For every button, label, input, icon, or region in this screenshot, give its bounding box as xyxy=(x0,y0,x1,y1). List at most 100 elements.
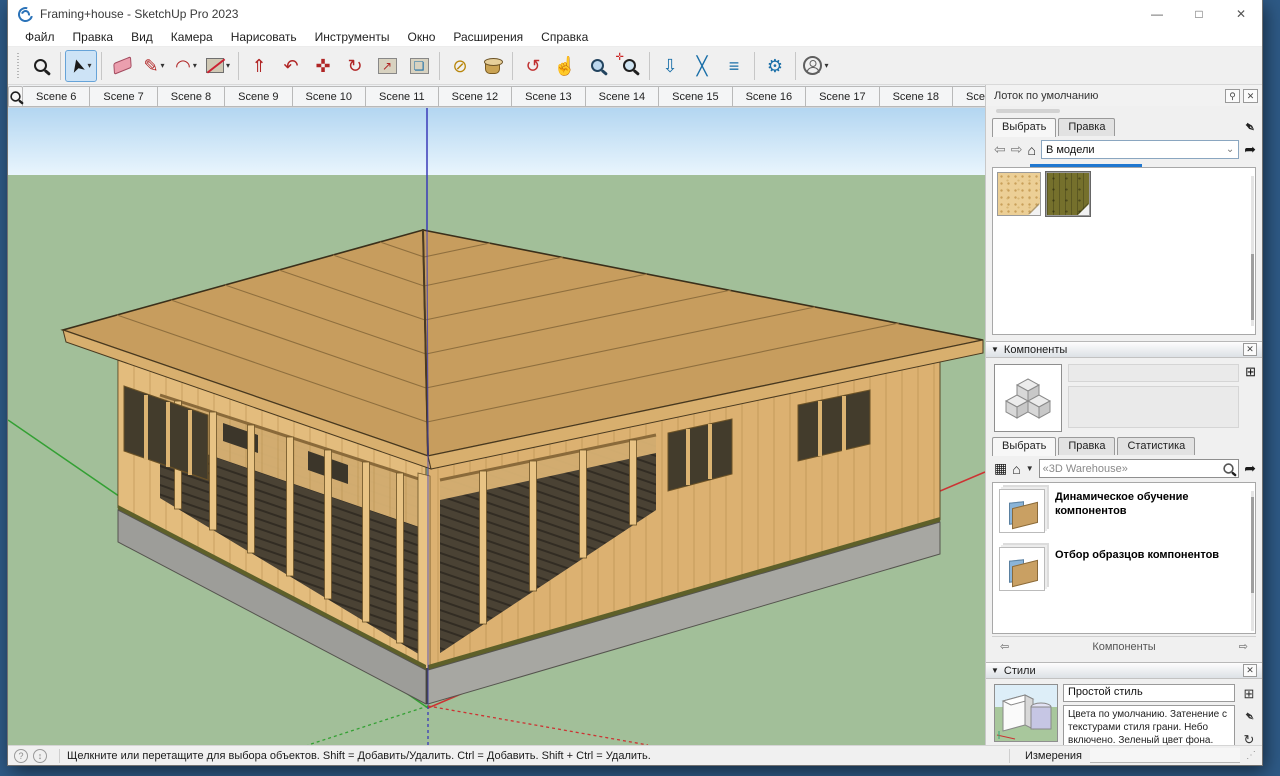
style-thumbnail[interactable] xyxy=(994,684,1058,742)
scene-tab[interactable]: Scene 11 xyxy=(366,86,439,107)
arc-button[interactable]: ◠▾ xyxy=(171,51,201,81)
components-search-input[interactable] xyxy=(1043,463,1223,475)
materials-grip[interactable] xyxy=(996,109,1060,113)
scale-button[interactable]: ↗ xyxy=(372,51,402,81)
extension-warehouse-button[interactable]: ╳ xyxy=(687,51,717,81)
components-secondary-pane-icon[interactable]: ➦ xyxy=(1244,460,1256,477)
components-tab-edit[interactable]: Правка xyxy=(1058,437,1115,455)
scene-search-button[interactable] xyxy=(8,86,23,107)
geolocation-icon[interactable]: ↕ xyxy=(33,749,47,763)
extension-manager-button[interactable]: ⚙ xyxy=(760,51,790,81)
material-wood-light[interactable] xyxy=(997,172,1041,216)
pan-button[interactable]: ☝ xyxy=(550,51,580,81)
style-name-field[interactable]: Простой стиль xyxy=(1063,684,1235,702)
menu-item[interactable]: Расширения xyxy=(444,29,532,45)
materials-collection-select[interactable]: В модели ⌄ xyxy=(1041,140,1239,159)
scene-tab[interactable]: Scene 15 xyxy=(659,86,732,107)
styles-sample-icon[interactable]: ✒ xyxy=(1240,707,1259,726)
scene-tab[interactable]: Scene 13 xyxy=(512,86,585,107)
viewport[interactable] xyxy=(8,108,985,745)
menu-item[interactable]: Вид xyxy=(122,29,162,45)
collapse-icon[interactable]: ▼ xyxy=(991,345,999,354)
share-model-button[interactable]: ≡ xyxy=(719,51,749,81)
components-home-caret-icon[interactable]: ▼ xyxy=(1026,464,1034,473)
zoom-extents-button[interactable] xyxy=(614,51,644,81)
rotate-button[interactable]: ↻ xyxy=(340,51,370,81)
offset-button[interactable]: ❏ xyxy=(404,51,434,81)
menu-item[interactable]: Инструменты xyxy=(306,29,399,45)
help-icon[interactable]: ? xyxy=(14,749,28,763)
materials-forward-icon[interactable]: ⇨ xyxy=(1011,141,1023,158)
toolbar-separator xyxy=(238,52,239,80)
resize-grip-icon[interactable]: ⋰ xyxy=(1246,750,1256,761)
zoom-window-button[interactable] xyxy=(25,51,55,81)
close-button[interactable]: ✕ xyxy=(1220,0,1262,28)
components-list[interactable]: Динамическое обучение компонентов Отбор о… xyxy=(992,482,1256,634)
menu-item[interactable]: Правка xyxy=(64,29,123,45)
minimize-button[interactable]: — xyxy=(1136,0,1178,28)
components-in-model-icon[interactable]: ⊞ xyxy=(1245,364,1256,380)
components-close-button[interactable]: ✕ xyxy=(1243,343,1257,356)
materials-tab-edit[interactable]: Правка xyxy=(1058,118,1115,136)
account-button[interactable]: ▾ xyxy=(801,51,831,81)
components-scrollbar[interactable] xyxy=(1251,491,1254,631)
components-home-icon[interactable]: ⌂ xyxy=(1012,461,1020,477)
toolbar-grip[interactable] xyxy=(16,53,20,79)
materials-scrollbar[interactable] xyxy=(1251,176,1254,326)
eyedropper-icon[interactable]: ✒ xyxy=(1240,117,1260,138)
move-button[interactable]: ✜ xyxy=(308,51,338,81)
menu-item[interactable]: Камера xyxy=(162,29,222,45)
menu-item[interactable]: Нарисовать xyxy=(222,29,306,45)
scene-tab[interactable]: Scene 17 xyxy=(806,86,879,107)
footer-forward-icon[interactable]: ⇨ xyxy=(1239,640,1248,653)
scene-tab[interactable]: Scene 10 xyxy=(293,86,366,107)
push-pull-button[interactable]: ⇑ xyxy=(244,51,274,81)
scrollbar-thumb[interactable] xyxy=(1251,254,1254,320)
menu-item[interactable]: Файл xyxy=(16,29,64,45)
scene-tab[interactable]: Scene 9 xyxy=(225,86,292,107)
component-item[interactable]: Динамическое обучение компонентов xyxy=(999,489,1249,533)
follow-me-button[interactable]: ↶ xyxy=(276,51,306,81)
paint-bucket-button[interactable] xyxy=(477,51,507,81)
tape-measure-button[interactable]: ⊘ xyxy=(445,51,475,81)
eraser-button[interactable] xyxy=(107,51,137,81)
scrollbar-thumb[interactable] xyxy=(1251,497,1254,593)
orbit-button[interactable]: ↺ xyxy=(518,51,548,81)
materials-home-icon[interactable]: ⌂ xyxy=(1027,142,1035,158)
component-item[interactable]: Отбор образцов компонентов xyxy=(999,547,1249,591)
tray-pin-button[interactable]: ⚲ xyxy=(1225,89,1240,103)
scene-tab[interactable]: Scene 7 xyxy=(90,86,157,107)
components-tab-statistics[interactable]: Статистика xyxy=(1117,437,1195,455)
viewport-canvas[interactable] xyxy=(8,108,985,745)
scene-tab[interactable]: Scene 18 xyxy=(880,86,953,107)
shapes-button[interactable]: ▾ xyxy=(203,51,233,81)
pencil-button[interactable]: ✎▾ xyxy=(139,51,169,81)
menu-item[interactable]: Окно xyxy=(398,29,444,45)
collapse-icon[interactable]: ▼ xyxy=(991,666,999,675)
measurements-input[interactable] xyxy=(1090,748,1240,763)
scene-tab[interactable]: Scene 14 xyxy=(586,86,659,107)
menu-item[interactable]: Справка xyxy=(532,29,597,45)
zoom-button[interactable] xyxy=(582,51,612,81)
components-tab-select[interactable]: Выбрать xyxy=(992,437,1056,456)
styles-in-model-icon[interactable]: ⊞ xyxy=(1244,686,1255,702)
scene-tab[interactable]: Scene 8 xyxy=(158,86,225,107)
get-models-button[interactable]: ⇩ xyxy=(655,51,685,81)
scene-tab[interactable]: Scene 12 xyxy=(439,86,512,107)
select-button[interactable]: ➤▾ xyxy=(66,51,96,81)
search-icon[interactable] xyxy=(1224,463,1234,473)
materials-secondary-pane-icon[interactable]: ➦ xyxy=(1244,141,1256,158)
styles-header[interactable]: ▼ Стили ✕ xyxy=(986,662,1262,679)
material-wood-dark[interactable] xyxy=(1046,172,1090,216)
scene-tab[interactable]: Scene 16 xyxy=(733,86,806,107)
components-view-icon[interactable]: ▦ xyxy=(994,460,1007,477)
materials-back-icon[interactable]: ⇦ xyxy=(994,141,1006,158)
tray-close-button[interactable]: ✕ xyxy=(1243,89,1258,103)
scene-tab[interactable]: Scene 6 xyxy=(23,86,90,107)
components-header[interactable]: ▼ Компоненты ✕ xyxy=(986,341,1262,358)
footer-back-icon[interactable]: ⇦ xyxy=(1000,640,1009,653)
maximize-button[interactable]: □ xyxy=(1178,0,1220,28)
styles-close-button[interactable]: ✕ xyxy=(1243,664,1257,677)
materials-tab-select[interactable]: Выбрать xyxy=(992,118,1056,137)
materials-list[interactable] xyxy=(992,167,1256,335)
